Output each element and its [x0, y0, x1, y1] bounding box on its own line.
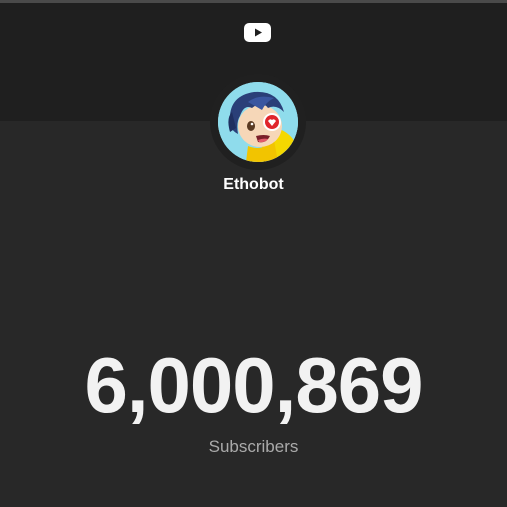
channel-name: Ethobot: [223, 176, 284, 193]
subscriber-count-label: Subscribers: [208, 437, 299, 456]
youtube-play-icon: [244, 23, 271, 42]
subscriber-count: 6,000,869: [84, 341, 423, 429]
avatar-illustration: [218, 82, 298, 162]
channel-avatar: [218, 82, 298, 162]
subscriber-count-page: Ethobot 6,000,869 Subscribers: [0, 0, 507, 507]
